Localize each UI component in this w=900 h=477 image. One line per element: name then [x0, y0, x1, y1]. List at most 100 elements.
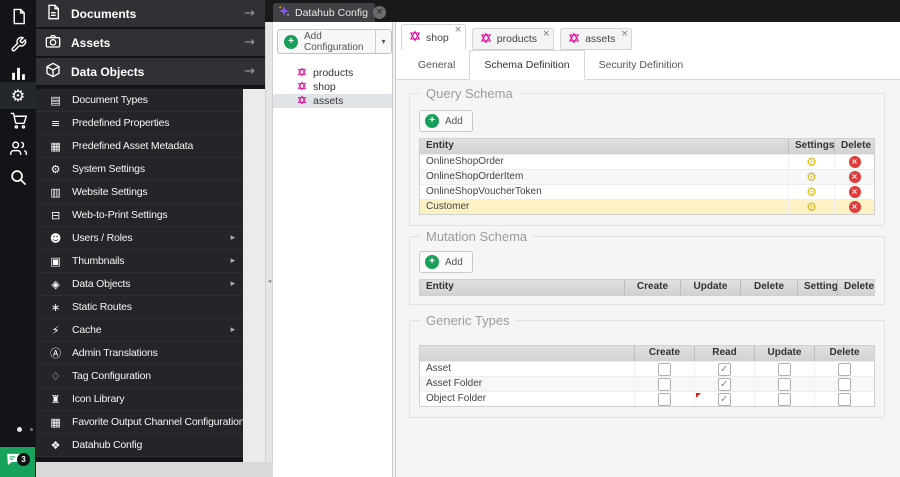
fieldset-legend: Mutation Schema — [420, 229, 534, 244]
delete-icon[interactable]: × — [848, 171, 861, 183]
settings-gear-icon[interactable]: ⚙ — [806, 185, 817, 199]
settings-gear-icon[interactable]: ⚙ — [806, 155, 817, 169]
create-checkbox[interactable] — [658, 392, 671, 406]
ecommerce-button[interactable] — [0, 109, 36, 136]
subtab-schema-definition[interactable]: Schema Definition — [469, 50, 585, 80]
translate-icon: Ⓐ — [50, 347, 61, 360]
close-icon[interactable]: × — [372, 6, 386, 19]
lightning-icon: ⚡ — [51, 323, 60, 337]
menu-item-system-settings[interactable]: ⚙ System Settings — [36, 158, 243, 181]
users-icon — [9, 140, 27, 162]
users-button[interactable] — [0, 137, 36, 164]
menu-item-cache[interactable]: ⚡ Cache ▸ — [36, 319, 243, 342]
menu-item-static-routes[interactable]: ∗ Static Routes — [36, 296, 243, 319]
tab-label: shop — [426, 31, 449, 44]
collapse-arrow-icon[interactable]: ◂ — [266, 277, 273, 285]
column-update[interactable]: Update — [680, 280, 740, 295]
column-delete[interactable]: Delete — [814, 346, 874, 361]
menu-item-data-objects[interactable]: ◈ Data Objects ▸ — [36, 273, 243, 296]
create-checkbox[interactable] — [658, 362, 671, 376]
flyout-arrow-icon: ▸ — [230, 279, 236, 289]
mutation-schema-add-button[interactable]: + Add — [419, 251, 473, 273]
column-settings[interactable]: Settings — [797, 280, 837, 295]
column-delete-2[interactable]: Delete — [837, 280, 874, 295]
column-read[interactable]: Read — [694, 346, 754, 361]
file-perspective-button[interactable] — [0, 5, 36, 32]
settings-button[interactable]: ⚙ — [0, 82, 36, 109]
delete-checkbox[interactable] — [838, 362, 851, 376]
menu-item-datahub-config[interactable]: ❖ Datahub Config — [36, 434, 243, 457]
menu-label: Admin Translations — [72, 347, 158, 359]
collapsed-panel-background — [243, 89, 265, 462]
tree-item-products[interactable]: products — [273, 66, 392, 80]
column-entity[interactable]: Entity — [420, 280, 624, 295]
tab-shop[interactable]: shop × — [401, 24, 466, 50]
column-create[interactable]: Create — [634, 346, 694, 361]
read-checkbox[interactable] — [718, 392, 731, 406]
menu-item-website-settings[interactable]: ▥ Website Settings — [36, 181, 243, 204]
accordion-assets[interactable]: Assets → — [36, 29, 265, 58]
column-entity[interactable]: Entity — [420, 139, 788, 154]
table-row-selected[interactable]: Customer ⚙ × — [420, 199, 874, 214]
tree-item-shop[interactable]: shop — [273, 80, 392, 94]
update-checkbox[interactable] — [778, 362, 791, 376]
delete-icon[interactable]: × — [848, 156, 861, 168]
tab-products[interactable]: products × — [471, 28, 555, 50]
column-delete[interactable]: Delete — [740, 280, 797, 295]
close-icon[interactable]: × — [454, 25, 462, 35]
menu-item-predefined-asset-metadata[interactable]: ▦ Predefined Asset Metadata — [36, 135, 243, 158]
menu-item-tag-configuration[interactable]: ♢ Tag Configuration — [36, 365, 243, 388]
query-schema-add-button[interactable]: + Add — [419, 110, 473, 132]
column-update[interactable]: Update — [754, 346, 814, 361]
menu-item-users-roles[interactable]: ☻ Users / Roles ▸ — [36, 227, 243, 250]
update-checkbox[interactable] — [778, 392, 791, 406]
create-checkbox[interactable] — [658, 377, 671, 391]
tree-item-assets[interactable]: assets — [273, 94, 392, 108]
workspace-tab-datahub-config[interactable]: Datahub Config × — [273, 3, 386, 22]
tab-assets[interactable]: assets × — [560, 28, 633, 50]
accordion-documents[interactable]: Documents → — [36, 0, 265, 29]
panel-splitter[interactable]: ◂ — [265, 22, 273, 462]
column-delete[interactable]: Delete — [834, 139, 874, 154]
table-row[interactable]: OnlineShopOrderItem ⚙ × — [420, 169, 874, 184]
delete-icon[interactable]: × — [848, 186, 861, 198]
subtab-general[interactable]: General — [404, 50, 469, 79]
delete-checkbox[interactable] — [838, 377, 851, 391]
read-checkbox[interactable] — [718, 362, 731, 376]
search-button[interactable] — [0, 166, 36, 193]
notifications-button[interactable]: 3 — [0, 447, 35, 477]
table-row[interactable]: OnlineShopOrder ⚙ × — [420, 154, 874, 169]
subtab-security-definition[interactable]: Security Definition — [585, 50, 698, 79]
read-checkbox[interactable] — [718, 377, 731, 391]
menu-item-predefined-properties[interactable]: ≡ Predefined Properties — [36, 112, 243, 135]
tools-button[interactable] — [0, 33, 36, 60]
mutation-schema-table: Entity Create Update Delete Settings Del… — [419, 279, 875, 296]
caret-down-icon[interactable]: ▾ — [375, 30, 391, 53]
accordion-data-objects[interactable]: Data Objects → — [36, 58, 265, 87]
table-row[interactable]: OnlineShopVoucherToken ⚙ × — [420, 184, 874, 199]
close-icon[interactable]: × — [543, 29, 551, 39]
column-settings[interactable]: Settings — [788, 139, 834, 154]
add-configuration-button[interactable]: + Add Configuration ▾ — [277, 29, 392, 54]
menu-item-thumbnails[interactable]: ▣ Thumbnails ▸ — [36, 250, 243, 273]
graphql-icon — [480, 31, 492, 47]
plus-icon: + — [425, 255, 439, 269]
column-create[interactable]: Create — [624, 280, 680, 295]
delete-checkbox[interactable] — [838, 392, 851, 406]
settings-gear-icon[interactable]: ⚙ — [806, 200, 817, 214]
menu-item-web-to-print-settings[interactable]: ⊟ Web-to-Print Settings — [36, 204, 243, 227]
settings-gear-icon[interactable]: ⚙ — [806, 170, 817, 184]
fieldset-legend: Query Schema — [420, 86, 519, 101]
menu-label: System Settings — [72, 163, 145, 175]
delete-icon[interactable]: × — [848, 201, 861, 213]
table-header: Create Read Update Delete — [420, 346, 874, 361]
generic-types-table: Create Read Update Delete Asset Asset Fo… — [419, 345, 875, 407]
table-header: Entity Settings Delete — [420, 139, 874, 154]
menu-item-document-types[interactable]: ▤ Document Types — [36, 89, 243, 112]
schema-definition-content: Query Schema + Add Entity Settings Delet… — [396, 80, 900, 477]
menu-item-favorite-output-channel-configurations[interactable]: ▦ Favorite Output Channel Configurations — [36, 411, 243, 434]
update-checkbox[interactable] — [778, 377, 791, 391]
menu-item-icon-library[interactable]: ♜ Icon Library — [36, 388, 243, 411]
menu-item-admin-translations[interactable]: Ⓐ Admin Translations — [36, 342, 243, 365]
close-icon[interactable]: × — [621, 29, 629, 39]
